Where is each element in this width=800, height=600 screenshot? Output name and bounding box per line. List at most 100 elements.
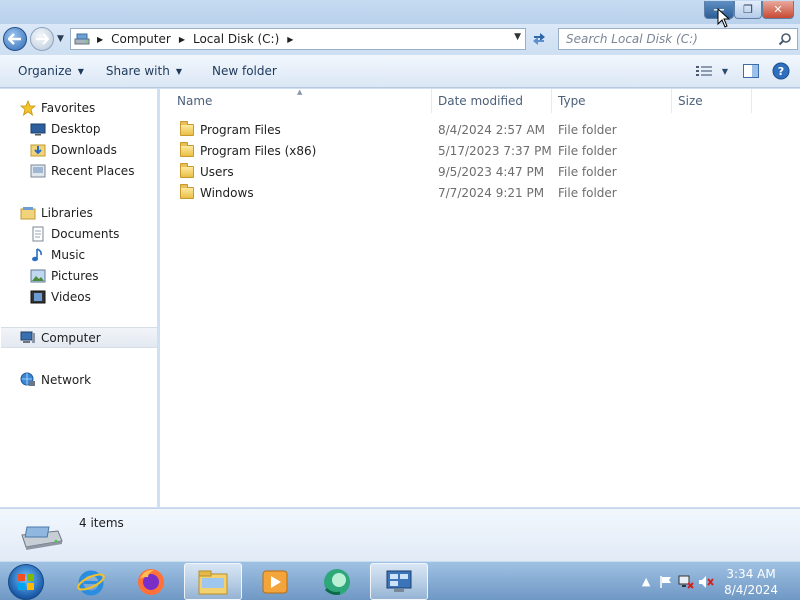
downloads-folder-icon <box>30 142 46 158</box>
windows-logo-icon <box>18 574 34 590</box>
pictures-icon <box>30 268 46 284</box>
nav-music[interactable]: Music <box>30 244 157 265</box>
volume-muted-icon[interactable] <box>696 572 716 592</box>
view-controls: ▼ ? <box>692 60 792 82</box>
address-bar[interactable]: ▶ Computer ▶ Local Disk (C:) ▶ ▼ <box>70 28 526 50</box>
action-center-flag-icon[interactable] <box>656 572 676 592</box>
taskbar-media-player[interactable] <box>246 563 304 600</box>
back-button[interactable] <box>3 27 27 51</box>
nav-desktop[interactable]: Desktop <box>30 118 157 139</box>
taskbar-file-explorer[interactable] <box>184 563 242 600</box>
breadcrumb-computer[interactable]: Computer <box>111 32 171 46</box>
nav-computer[interactable]: Computer <box>1 327 157 348</box>
folder-icon <box>180 183 194 199</box>
chevron-down-icon: ▼ <box>721 66 729 76</box>
maximize-button[interactable]: ❐ <box>734 1 762 19</box>
file-name: Program Files (x86) <box>180 140 316 161</box>
breadcrumb-separator[interactable]: ▶ <box>279 35 301 44</box>
organize-menu[interactable]: Organize ▼ <box>10 59 92 83</box>
title-bar: — ❐ ✕ <box>0 0 800 24</box>
mouse-cursor-icon <box>717 7 731 31</box>
search-icon[interactable] <box>778 32 792 49</box>
nav-pictures[interactable]: Pictures <box>30 265 157 286</box>
clock[interactable]: 3:34 AM 8/4/2024 <box>724 566 778 598</box>
nav-recent-places[interactable]: Recent Places <box>30 160 157 181</box>
share-with-menu[interactable]: Share with ▼ <box>98 59 190 83</box>
music-icon <box>30 247 46 263</box>
file-date: 9/5/2023 4:47 PM <box>438 164 545 179</box>
column-header-type[interactable]: Type <box>552 89 672 113</box>
videos-icon <box>30 289 46 305</box>
folder-icon <box>180 120 194 136</box>
chevron-down-icon: ▼ <box>77 66 84 76</box>
file-row[interactable]: Windows 7/7/2024 9:21 PM File folder <box>160 182 800 203</box>
new-folder-button[interactable]: New folder <box>204 59 285 83</box>
star-icon <box>20 99 36 116</box>
breadcrumb-local-disk[interactable]: Local Disk (C:) <box>193 32 279 46</box>
media-player-icon <box>262 570 288 593</box>
nav-libraries[interactable]: Libraries <box>20 202 157 223</box>
file-name: Program Files <box>180 119 281 140</box>
file-date: 5/17/2023 7:37 PM <box>438 143 552 158</box>
local-disk-icon <box>18 521 64 554</box>
clock-date: 8/4/2024 <box>724 582 778 597</box>
file-explorer-icon <box>198 570 228 594</box>
app-green-icon <box>324 568 350 595</box>
file-type: File folder <box>558 164 617 179</box>
file-type: File folder <box>558 143 617 158</box>
file-row[interactable]: Program Files (x86) 5/17/2023 7:37 PM Fi… <box>160 140 800 161</box>
network-status-icon[interactable] <box>676 572 696 592</box>
forward-button[interactable] <box>30 27 54 51</box>
system-tray: ▲ 3:34 AM 8/4/2024 <box>636 562 800 600</box>
desktop-icon <box>30 121 46 137</box>
breadcrumb-separator[interactable]: ▶ <box>93 35 111 44</box>
taskbar-firefox[interactable] <box>122 563 180 600</box>
refresh-button[interactable] <box>528 28 550 50</box>
recent-pages-dropdown[interactable]: ▼ <box>57 34 64 44</box>
preview-pane-button[interactable] <box>740 60 762 82</box>
breadcrumb-separator[interactable]: ▶ <box>171 35 193 44</box>
details-pane: 4 items <box>0 508 800 561</box>
navigation-pane: Favorites Desktop Downloads Recent Place… <box>0 89 158 507</box>
chevron-down-icon: ▼ <box>175 66 182 76</box>
computer-icon <box>20 330 36 346</box>
address-dropdown-icon[interactable]: ▼ <box>514 32 521 42</box>
start-button[interactable] <box>8 564 44 600</box>
file-row[interactable]: Program Files 8/4/2024 2:57 AM File fold… <box>160 119 800 140</box>
clock-time: 3:34 AM <box>726 566 776 581</box>
recent-places-icon <box>30 163 46 179</box>
nav-videos[interactable]: Videos <box>30 286 157 307</box>
column-header-size[interactable]: Size <box>672 89 752 113</box>
file-list: ▲ Name Date modified Type Size Program F… <box>160 88 800 507</box>
network-icon <box>20 372 36 388</box>
file-date: 8/4/2024 2:57 AM <box>438 122 546 137</box>
file-type: File folder <box>558 185 617 200</box>
folder-icon <box>180 162 194 178</box>
column-header-date-modified[interactable]: Date modified <box>432 89 552 113</box>
search-input[interactable]: Search Local Disk (C:) <box>558 28 798 50</box>
file-date: 7/7/2024 9:21 PM <box>438 185 545 200</box>
help-button[interactable]: ? <box>770 60 792 82</box>
preview-pane-icon <box>743 64 759 78</box>
view-list-icon <box>695 66 712 76</box>
file-row[interactable]: Users 9/5/2023 4:47 PM File folder <box>160 161 800 182</box>
drive-icon <box>71 30 93 48</box>
column-header-name[interactable]: Name <box>160 89 432 113</box>
nav-downloads[interactable]: Downloads <box>30 139 157 160</box>
change-view-button[interactable]: ▼ <box>692 60 732 82</box>
forward-arrow-icon <box>36 33 49 45</box>
close-button[interactable]: ✕ <box>762 1 794 19</box>
item-count: 4 items <box>79 516 124 530</box>
taskbar-internet-explorer[interactable] <box>62 563 120 600</box>
nav-favorites[interactable]: Favorites <box>20 97 157 118</box>
taskbar-app-green[interactable] <box>308 563 366 600</box>
svg-text:?: ? <box>778 65 784 78</box>
file-type: File folder <box>558 122 617 137</box>
taskbar-remote-desktop[interactable] <box>370 563 428 600</box>
nav-network[interactable]: Network <box>20 369 157 390</box>
documents-icon <box>30 226 46 242</box>
address-row: ▼ ▶ Computer ▶ Local Disk (C:) ▶ ▼ Searc… <box>0 24 800 54</box>
nav-documents[interactable]: Documents <box>30 223 157 244</box>
firefox-icon <box>138 568 164 595</box>
show-hidden-icons-button[interactable]: ▲ <box>636 572 656 592</box>
